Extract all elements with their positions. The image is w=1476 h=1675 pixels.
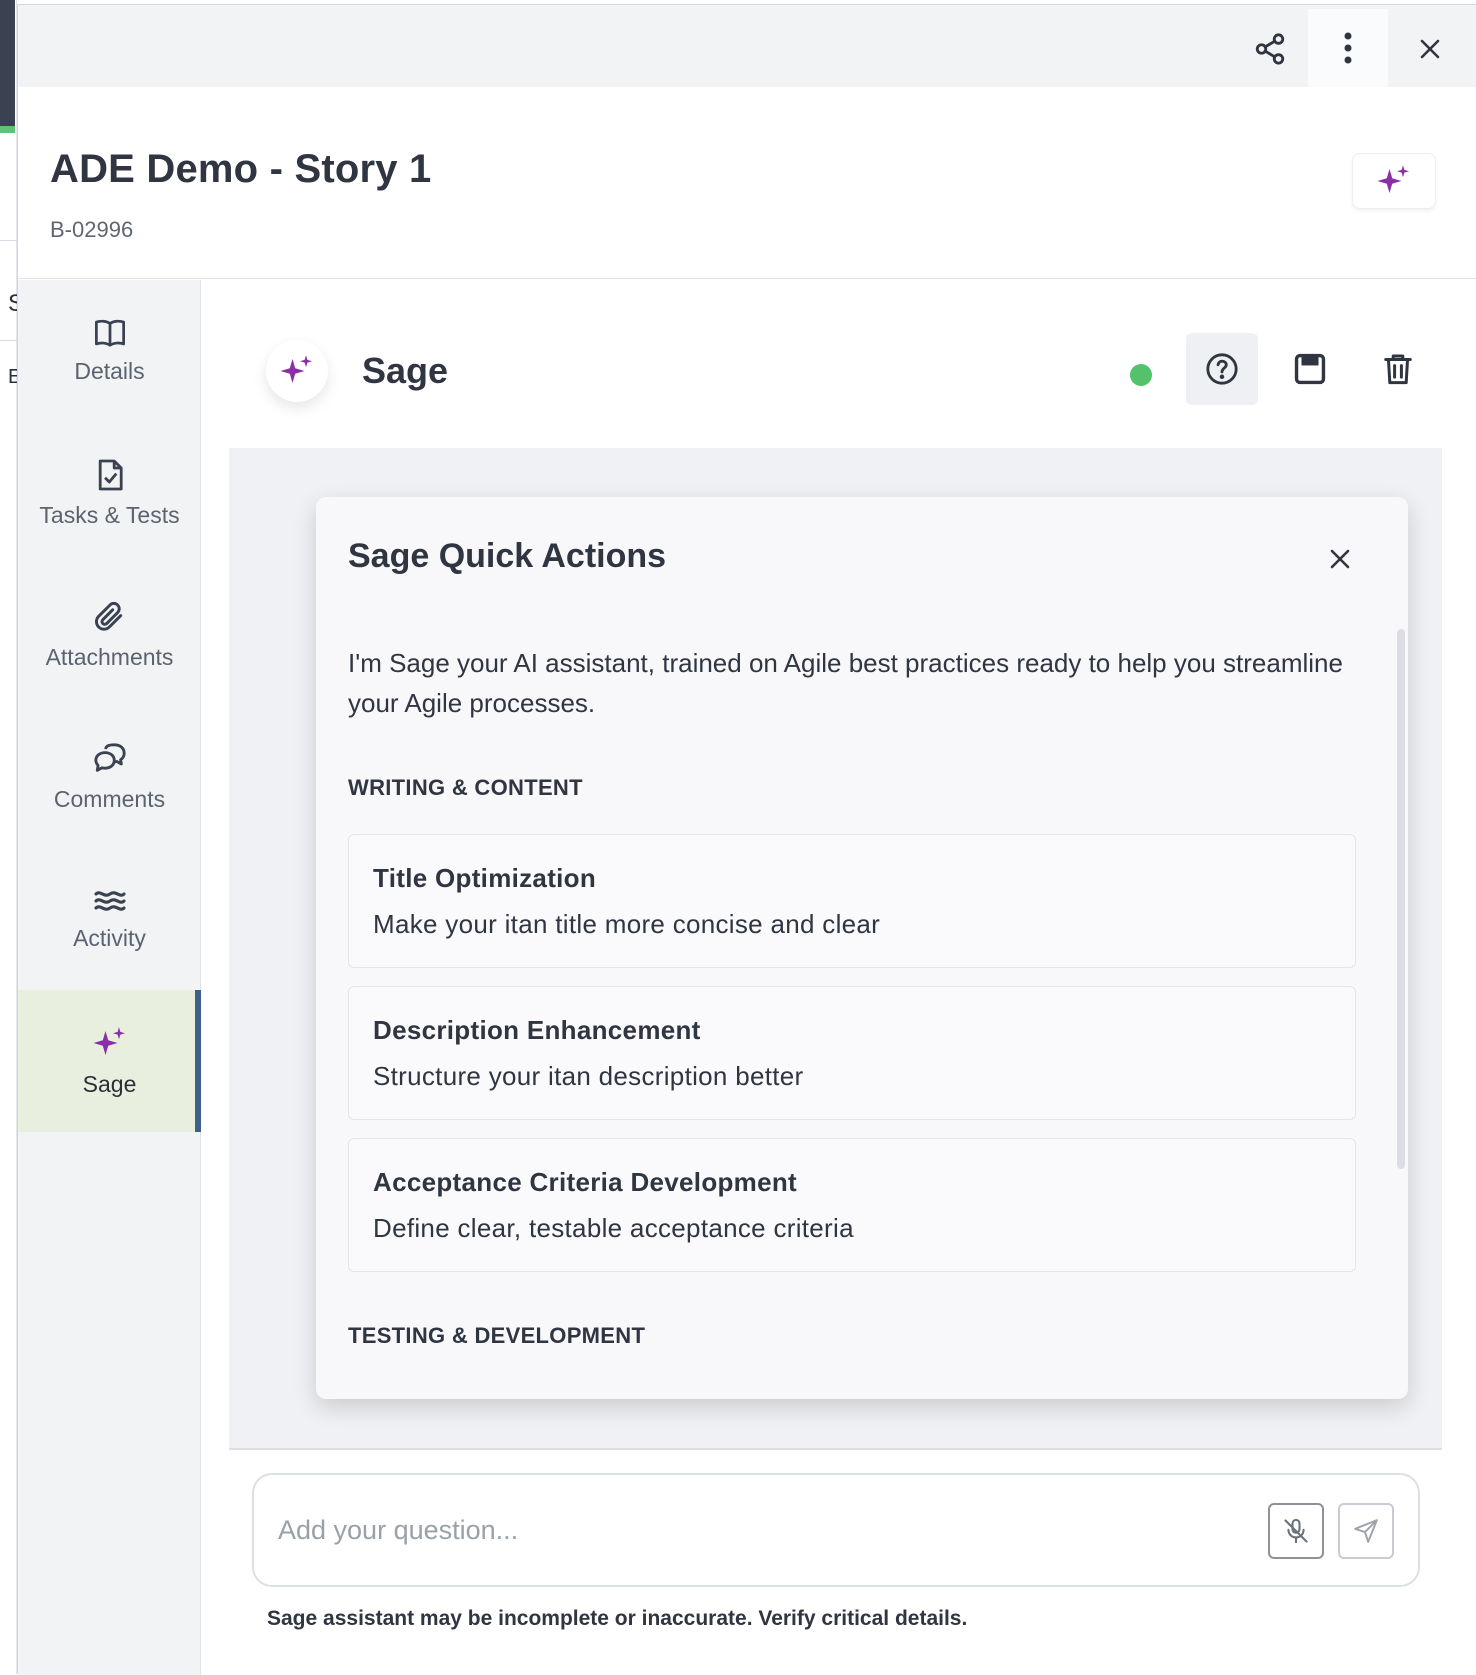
sidebar-item-details[interactable]: Details (18, 280, 201, 422)
delete-chat-button[interactable] (1362, 333, 1434, 405)
item-id: B-02996 (50, 217, 134, 242)
active-indicator (195, 990, 201, 1132)
close-icon (1420, 39, 1440, 59)
item-header: ADE Demo - Story 1 B-02996 (18, 87, 1476, 279)
close-icon (1330, 549, 1350, 569)
sidebar-item-label: Tasks & Tests (39, 501, 180, 528)
sidebar-item-label: Details (74, 357, 145, 384)
voice-input-button[interactable] (1268, 1503, 1324, 1559)
help-circle-icon (1206, 353, 1238, 385)
help-button[interactable] (1186, 333, 1258, 405)
section-heading: WRITING & CONTENT (348, 775, 583, 800)
quick-action-acceptance-criteria[interactable]: Acceptance Criteria Development Define c… (348, 1138, 1356, 1272)
item-detail-panel: ADE Demo - Story 1 B-02996 Details Tasks… (17, 4, 1476, 1675)
save-chat-button[interactable] (1274, 333, 1346, 405)
sparkles-icon (1377, 165, 1409, 193)
close-panel-button[interactable] (1406, 25, 1454, 73)
detail-sidebar: Details Tasks & Tests Attachments Commen… (18, 280, 201, 1675)
item-title: ADE Demo - Story 1 (50, 147, 432, 191)
quick-actions-scrollbar[interactable] (1397, 629, 1405, 1169)
sidebar-item-label: Sage (82, 1070, 137, 1097)
app-frame: S E ADE Demo - Story 1 B-02996 Details T… (0, 0, 1476, 1675)
comments-icon (93, 742, 126, 772)
quick-action-title: Title Optimization (373, 863, 597, 893)
question-input-box (252, 1473, 1420, 1587)
sage-avatar (266, 340, 328, 402)
sidebar-item-label: Attachments (45, 643, 174, 670)
quick-actions-intro: I'm Sage your AI assistant, trained on A… (348, 648, 1343, 718)
send-icon (1354, 1519, 1378, 1543)
save-icon (1294, 353, 1326, 385)
sage-title: Sage (362, 350, 449, 391)
quick-actions-title: Sage Quick Actions (348, 537, 667, 575)
quick-actions-close-button[interactable] (1316, 535, 1364, 583)
sidebar-item-sage[interactable]: Sage (18, 990, 201, 1132)
quick-actions-card: Sage Quick Actions I'm Sage your AI assi… (316, 497, 1408, 1399)
quick-action-description-enhancement[interactable]: Description Enhancement Structure your i… (348, 986, 1356, 1120)
mic-off-icon (1284, 1518, 1308, 1544)
quick-action-title: Description Enhancement (373, 1015, 701, 1045)
paperclip-icon (94, 601, 122, 631)
ai-disclaimer: Sage assistant may be incomplete or inac… (267, 1607, 968, 1630)
send-button[interactable] (1338, 1503, 1394, 1559)
more-options-button[interactable] (1308, 9, 1388, 87)
sidebar-item-attachments[interactable]: Attachments (18, 564, 201, 706)
quick-action-description: Structure your itan description better (373, 1061, 804, 1091)
sparkles-icon (93, 1026, 125, 1055)
section-heading: TESTING & DEVELOPMENT (348, 1323, 646, 1348)
sage-panel: Sage Sage Quick Actions I'm Sage your AI… (202, 280, 1476, 1675)
sidebar-item-activity[interactable]: Activity (18, 848, 201, 990)
status-indicator (1130, 364, 1152, 386)
sidebar-item-label: Comments (53, 785, 166, 812)
sparkles-icon (280, 355, 312, 383)
activity-waves-icon (93, 890, 126, 911)
book-icon (94, 319, 125, 347)
quick-action-title-optimization[interactable]: Title Optimization Make your itan title … (348, 834, 1356, 968)
share-icon (1255, 33, 1285, 65)
quick-action-description: Make your itan title more concise and cl… (373, 909, 881, 939)
sidebar-item-comments[interactable]: Comments (18, 706, 201, 848)
panel-toolbar (18, 5, 1476, 87)
file-check-icon (98, 459, 123, 490)
share-button[interactable] (1246, 25, 1294, 73)
sage-launch-button[interactable] (1352, 153, 1436, 209)
sidebar-item-label: Activity (73, 924, 146, 951)
more-vertical-icon (1344, 32, 1352, 64)
question-input[interactable] (278, 1505, 1178, 1555)
quick-action-title: Acceptance Criteria Development (373, 1167, 798, 1197)
sidebar-item-tasks-tests[interactable]: Tasks & Tests (18, 422, 201, 564)
quick-action-description: Define clear, testable acceptance criter… (373, 1213, 854, 1243)
trash-icon (1384, 354, 1412, 385)
divider (229, 1448, 1442, 1450)
chat-area: Sage Quick Actions I'm Sage your AI assi… (229, 448, 1442, 1448)
background-app-strip: S E (0, 0, 24, 1674)
